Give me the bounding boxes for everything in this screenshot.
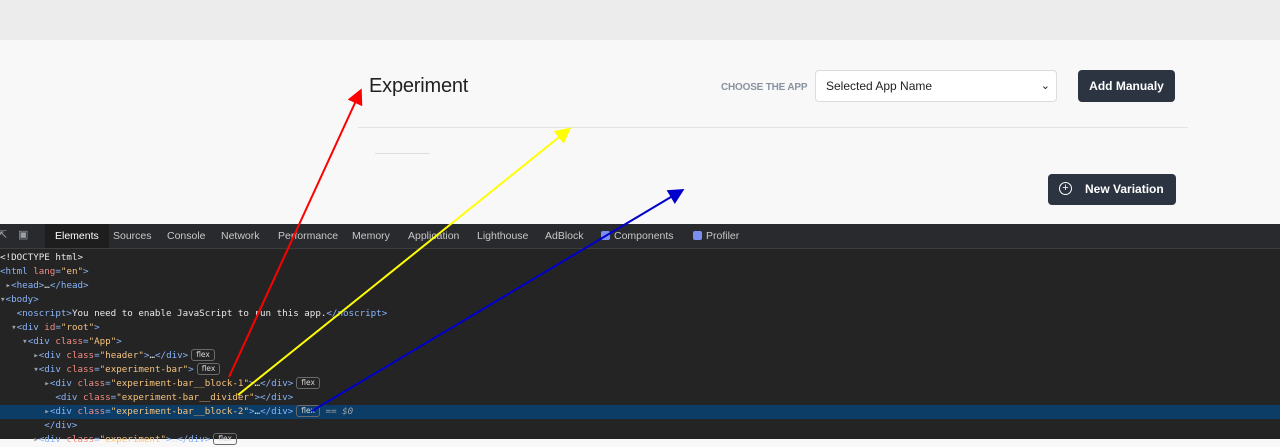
dom-line-selected[interactable]: ▸<div class="experiment-bar__block-2">…<… xyxy=(0,405,1280,419)
experiment-title: Experiment xyxy=(369,75,469,97)
flex-badge[interactable]: flex xyxy=(296,405,320,417)
experiment-bar-divider xyxy=(358,127,1188,128)
choose-app-label: CHOOSE THE APP xyxy=(721,82,808,93)
flex-badge[interactable]: flex xyxy=(196,363,221,375)
dom-line[interactable]: <noscript>You need to enable JavaScript … xyxy=(0,307,1280,321)
dom-line[interactable]: </div> xyxy=(0,419,1280,433)
selected-marker: == $0 xyxy=(325,406,354,417)
react-profiler-icon xyxy=(693,231,702,240)
dom-line[interactable]: <html lang="en"> xyxy=(0,265,1280,279)
short-divider xyxy=(375,153,430,154)
dom-line[interactable]: <div class="experiment-bar__divider"></d… xyxy=(0,391,1280,405)
dom-line[interactable]: ▾<body> xyxy=(0,293,1280,307)
flex-badge[interactable]: flex xyxy=(296,377,320,389)
tab-console[interactable]: Console xyxy=(167,224,206,248)
tab-adblock[interactable]: AdBlock xyxy=(545,224,584,248)
tab-lighthouse[interactable]: Lighthouse xyxy=(477,224,528,248)
chevron-down-icon: ⌄ xyxy=(1040,80,1050,92)
tab-sources[interactable]: Sources xyxy=(113,224,152,248)
add-manually-button[interactable]: Add Manualy xyxy=(1078,70,1175,102)
tab-profiler[interactable]: Profiler xyxy=(693,224,739,248)
dom-line[interactable]: ▸<div class="experiment">…</div> flex xyxy=(0,433,1280,447)
browser-top-strip xyxy=(0,0,1280,40)
new-variation-button[interactable]: + New Variation xyxy=(1048,174,1176,205)
tab-network[interactable]: Network xyxy=(221,224,260,248)
react-components-icon xyxy=(601,231,610,240)
app-select[interactable]: Selected App Name ⌄ xyxy=(815,70,1057,102)
inspect-icon[interactable]: ⇱ xyxy=(0,229,10,241)
new-variation-label: New Variation xyxy=(1085,182,1164,196)
dom-line[interactable]: ▸<head>…</head> xyxy=(0,279,1280,293)
dom-line[interactable]: ▾<div class="experiment-bar"> flex xyxy=(0,363,1280,377)
device-toggle-icon[interactable]: ▣ xyxy=(18,229,30,241)
tab-application[interactable]: Application xyxy=(408,224,459,248)
tab-components-label: Components xyxy=(614,230,674,242)
flex-badge[interactable]: flex xyxy=(191,349,215,361)
devtools-tab-bar: ⇱ ▣ Elements Sources Console Network Per… xyxy=(0,224,1280,249)
tab-profiler-label: Profiler xyxy=(706,230,740,242)
tab-performance[interactable]: Performance xyxy=(278,224,338,248)
dom-line[interactable]: ▾<div id="root"> xyxy=(0,321,1280,335)
dom-line[interactable]: ▾<div class="App"> xyxy=(0,335,1280,349)
tab-memory[interactable]: Memory xyxy=(352,224,390,248)
dom-line[interactable]: <!DOCTYPE html> xyxy=(0,251,1280,265)
tab-components[interactable]: Components xyxy=(601,224,674,248)
plus-circle-icon: + xyxy=(1059,182,1072,195)
flex-badge[interactable]: flex xyxy=(213,433,237,445)
dom-line[interactable]: ▸<div class="experiment-bar__block-1">…<… xyxy=(0,377,1280,391)
app-select-value: Selected App Name xyxy=(826,79,933,93)
tab-elements[interactable]: Elements xyxy=(45,224,109,248)
dom-line[interactable]: ▸<div class="header">…</div> flex xyxy=(0,349,1280,363)
devtools-panel: ⇱ ▣ Elements Sources Console Network Per… xyxy=(0,224,1280,445)
